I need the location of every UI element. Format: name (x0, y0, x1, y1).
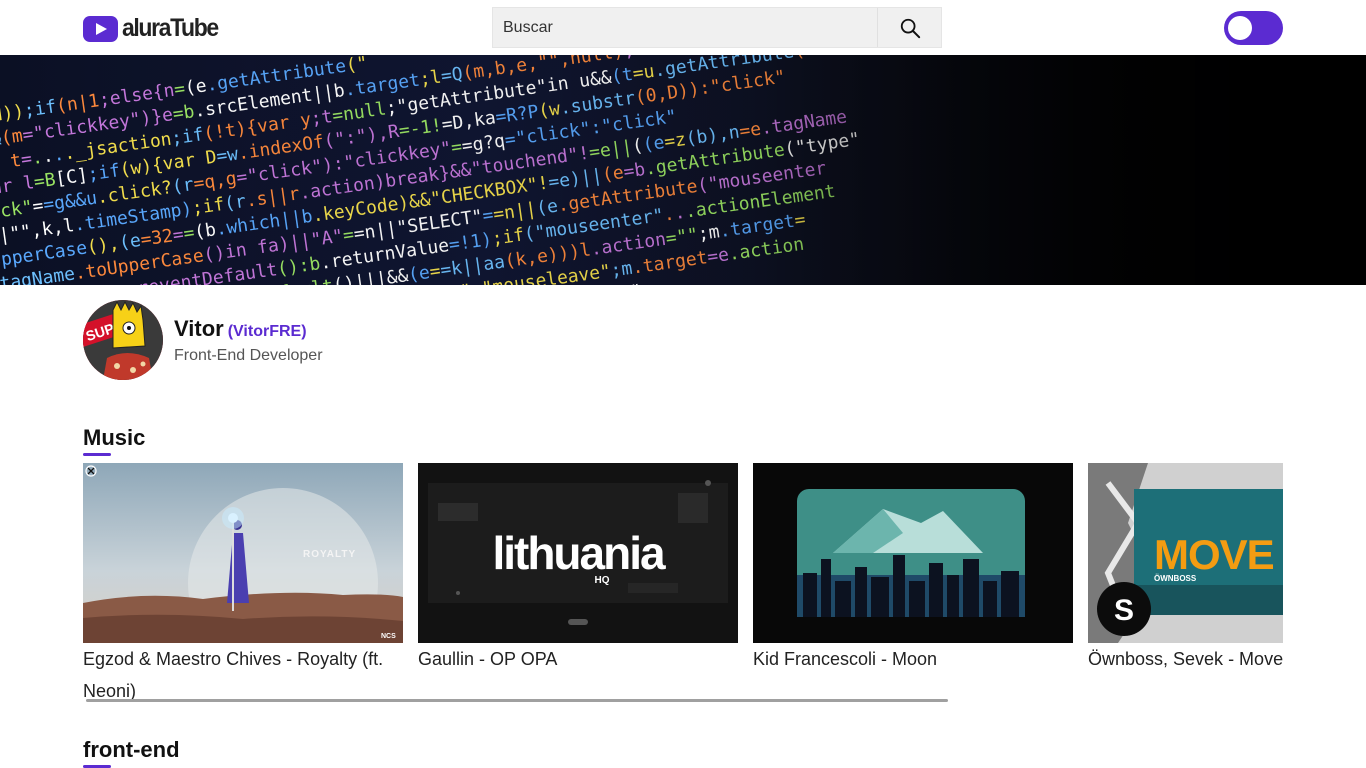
video-title[interactable]: Gaullin - OP OPA (418, 643, 738, 675)
video-thumbnail[interactable] (753, 463, 1073, 643)
search-input[interactable] (493, 8, 877, 47)
avatar: SUP (83, 300, 163, 380)
video-card[interactable]: ROYALTY NCS Egzod & Maestro Chives - Roy… (83, 463, 403, 703)
video-title[interactable]: Öwnboss, Sevek - Move Your Body (1088, 643, 1283, 675)
play-icon (83, 15, 118, 42)
toggle-knob (1228, 16, 1252, 40)
logo[interactable]: aluraTube (83, 14, 226, 43)
profile-handle[interactable]: (VitorFRE) (228, 323, 307, 340)
video-title[interactable]: Egzod & Maestro Chives - Royalty (ft. Ne… (83, 643, 403, 703)
logo-text: aluraTube (122, 14, 219, 42)
svg-text:ROYALTY: ROYALTY (303, 549, 356, 560)
section-title-front-end: front-end (83, 737, 180, 762)
video-thumbnail[interactable]: lithuania HQ (418, 463, 738, 643)
avatar-image: SUP (83, 300, 163, 380)
svg-text:HQ: HQ (595, 575, 610, 586)
top-bar: aluraTube (0, 0, 1366, 55)
svg-text:NCS: NCS (381, 633, 396, 640)
section-title-music: Music (83, 425, 146, 450)
profile-banner: abled));if(n|1;else{n=(e.getAttribute("y… (0, 55, 1366, 285)
profile-name-text: Vitor (174, 316, 224, 341)
video-thumbnail[interactable]: ROYALTY NCS (83, 463, 403, 643)
video-title[interactable]: Kid Francescoli - Moon (753, 643, 1073, 675)
video-thumbnail[interactable]: MOVE YOUR ÖWNBOSS S (1088, 463, 1283, 643)
theme-toggle[interactable] (1224, 11, 1283, 45)
search-icon (900, 18, 920, 38)
profile-name: Vitor (VitorFRE) (174, 316, 307, 342)
horizontal-scrollbar[interactable] (86, 699, 948, 702)
video-card[interactable]: Kid Francescoli - Moon (753, 463, 1073, 675)
video-card[interactable]: MOVE YOUR ÖWNBOSS S Öwnboss, Sevek - Mov… (1088, 463, 1283, 675)
search-button[interactable] (877, 8, 941, 47)
svg-text:lithuania: lithuania (492, 527, 666, 579)
video-row-music: ROYALTY NCS Egzod & Maestro Chives - Roy… (83, 463, 1283, 703)
svg-text:ÖWNBOSS: ÖWNBOSS (1154, 574, 1197, 583)
profile-role: Front-End Developer (174, 347, 323, 364)
video-card[interactable]: lithuania HQ Gaullin - OP OPA (418, 463, 738, 675)
search-bar (492, 7, 942, 48)
section-underline (83, 453, 111, 456)
svg-text:S: S (1114, 594, 1134, 627)
svg-text:MOVE YOUR: MOVE YOUR (1154, 531, 1283, 578)
code-banner-image: abled));if(n|1;else{n=(e.getAttribute("y… (0, 55, 1366, 285)
